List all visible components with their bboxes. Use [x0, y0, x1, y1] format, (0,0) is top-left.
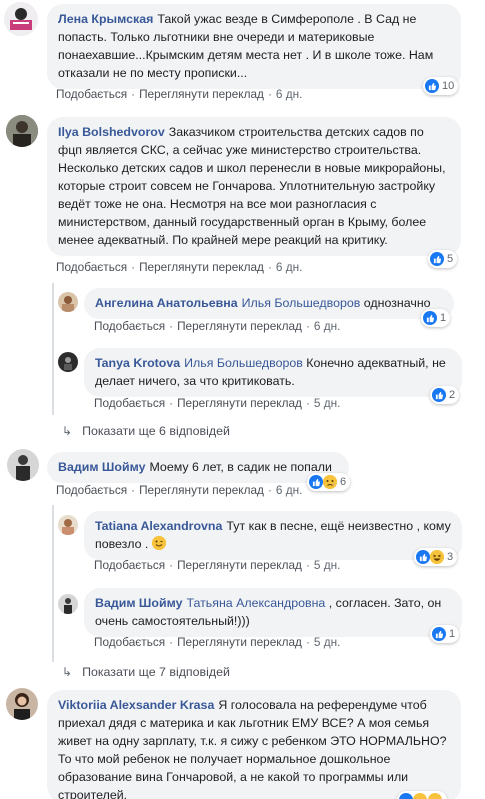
show-more-replies[interactable]: ↳ Показати ще 7 відповідей [62, 665, 230, 679]
like-button[interactable]: Подобається [94, 396, 165, 410]
comment-actions: Подобається · Переглянути переклад · 6 дн. [94, 319, 341, 333]
translate-button[interactable]: Переглянути переклад [177, 319, 302, 333]
comment-actions: Подобається · Переглянути переклад · 6 дн. [56, 260, 303, 274]
comment-time[interactable]: 5 дн. [314, 558, 341, 572]
reply-bubble: Вадим Шойму Татьяна Александровна , согла… [84, 588, 462, 637]
like-button[interactable]: Подобається [56, 483, 127, 497]
like-icon [432, 627, 446, 641]
like-icon [423, 311, 437, 325]
reaction-count[interactable]: 3 [414, 548, 458, 566]
comment-actions: Подобається · Переглянути переклад · 5 дн. [94, 396, 341, 410]
reply-bubble: Tatiana Alexandrovna Тут как в песне, ещё… [84, 511, 462, 560]
avatar[interactable] [58, 352, 78, 372]
like-button[interactable]: Подобається [94, 558, 165, 572]
reply-thread-line [52, 505, 54, 662]
comment-time[interactable]: 6 дн. [314, 319, 341, 333]
like-icon [399, 793, 413, 799]
haha-emoji-icon [413, 793, 427, 799]
reaction-count[interactable]: 5 [428, 250, 458, 268]
reaction-count[interactable]: 1 [430, 625, 460, 643]
comment-bubble: Ilya Bolshedvorov Заказчиком строительств… [47, 117, 461, 256]
comment-time[interactable]: 5 дн. [314, 396, 341, 410]
comment-text: Я голосовала на референдуме чтоб приехал… [58, 698, 447, 799]
reply-thread-line [52, 283, 54, 415]
sad-emoji-icon [323, 475, 337, 489]
translate-button[interactable]: Переглянути переклад [139, 260, 264, 274]
reaction-count[interactable] [397, 791, 447, 799]
reaction-count[interactable]: 1 [421, 309, 451, 327]
comment-actions: Подобається · Переглянути переклад · 5 дн. [94, 635, 341, 649]
comment-time[interactable]: 6 дн. [276, 483, 303, 497]
avatar[interactable] [58, 594, 78, 614]
comment-bubble: Вадим Шойму Моему 6 лет, в садик не попал… [47, 452, 349, 483]
like-button[interactable]: Подобається [94, 319, 165, 333]
translate-button[interactable]: Переглянути переклад [177, 558, 302, 572]
mention-link[interactable]: Татьяна Александровна [186, 596, 325, 610]
like-button[interactable]: Подобається [94, 635, 165, 649]
reaction-count[interactable]: 10 [423, 77, 459, 95]
comment-author[interactable]: Viktoriia Alexsander Krasa [58, 698, 214, 712]
avatar[interactable] [6, 688, 38, 720]
mention-link[interactable]: Илья Большедворов [184, 356, 303, 370]
like-icon [309, 475, 323, 489]
like-icon [432, 388, 446, 402]
comment-text: Заказчиком строительства детских садов п… [58, 125, 446, 247]
wink-emoji-icon [151, 536, 166, 550]
comment-time[interactable]: 5 дн. [314, 635, 341, 649]
comment-bubble: Лена Крымская Такой ужас везде в Симфероп… [47, 4, 461, 89]
reaction-count[interactable]: 6 [307, 473, 351, 491]
comment-text: Моему 6 лет, в садик не попали [149, 460, 332, 474]
comment-actions: Подобається · Переглянути переклад · 6 дн. [56, 87, 303, 101]
comment-time[interactable]: 6 дн. [276, 87, 303, 101]
comment-text: однозначно [363, 296, 431, 310]
like-icon [425, 79, 439, 93]
comment-author[interactable]: Tatiana Alexandrovna [95, 519, 222, 533]
avatar[interactable] [58, 515, 78, 535]
comment-author[interactable]: Вадим Шойму [95, 596, 182, 610]
translate-button[interactable]: Переглянути переклад [177, 635, 302, 649]
translate-button[interactable]: Переглянути переклад [177, 396, 302, 410]
reply-bubble: Tanya Krotova Илья Большедворов Конечно а… [84, 348, 462, 397]
like-icon [416, 550, 430, 564]
reply-arrow-icon: ↳ [62, 424, 73, 438]
comment-author[interactable]: Лена Крымская [58, 12, 153, 26]
avatar[interactable] [58, 292, 78, 312]
comment-author[interactable]: Ilya Bolshedvorov [58, 125, 165, 139]
comment-time[interactable]: 6 дн. [276, 260, 303, 274]
avatar[interactable] [7, 449, 39, 481]
comment-actions: Подобається · Переглянути переклад · 6 дн. [56, 483, 303, 497]
translate-button[interactable]: Переглянути переклад [139, 483, 264, 497]
show-more-replies[interactable]: ↳ Показати ще 6 відповідей [62, 424, 230, 438]
like-button[interactable]: Подобається [56, 260, 127, 274]
comment-author[interactable]: Вадим Шойму [58, 460, 145, 474]
like-icon [430, 252, 444, 266]
like-button[interactable]: Подобається [56, 87, 127, 101]
avatar[interactable] [6, 115, 38, 147]
comment-author[interactable]: Tanya Krotova [95, 356, 180, 370]
mention-link[interactable]: Илья Большедворов [242, 296, 361, 310]
reply-bubble: Ангелина Анатольевна Илья Большедворов од… [84, 288, 454, 319]
sad-emoji-icon [428, 793, 442, 799]
comment-bubble: Viktoriia Alexsander Krasa Я голосовала н… [47, 690, 461, 799]
translate-button[interactable]: Переглянути переклад [139, 87, 264, 101]
comment-author[interactable]: Ангелина Анатольевна [95, 296, 238, 310]
comment-actions: Подобається · Переглянути переклад · 5 дн. [94, 558, 341, 572]
avatar[interactable] [4, 2, 38, 36]
reply-arrow-icon: ↳ [62, 665, 73, 679]
reaction-count[interactable]: 2 [430, 386, 460, 404]
haha-emoji-icon [430, 550, 444, 564]
